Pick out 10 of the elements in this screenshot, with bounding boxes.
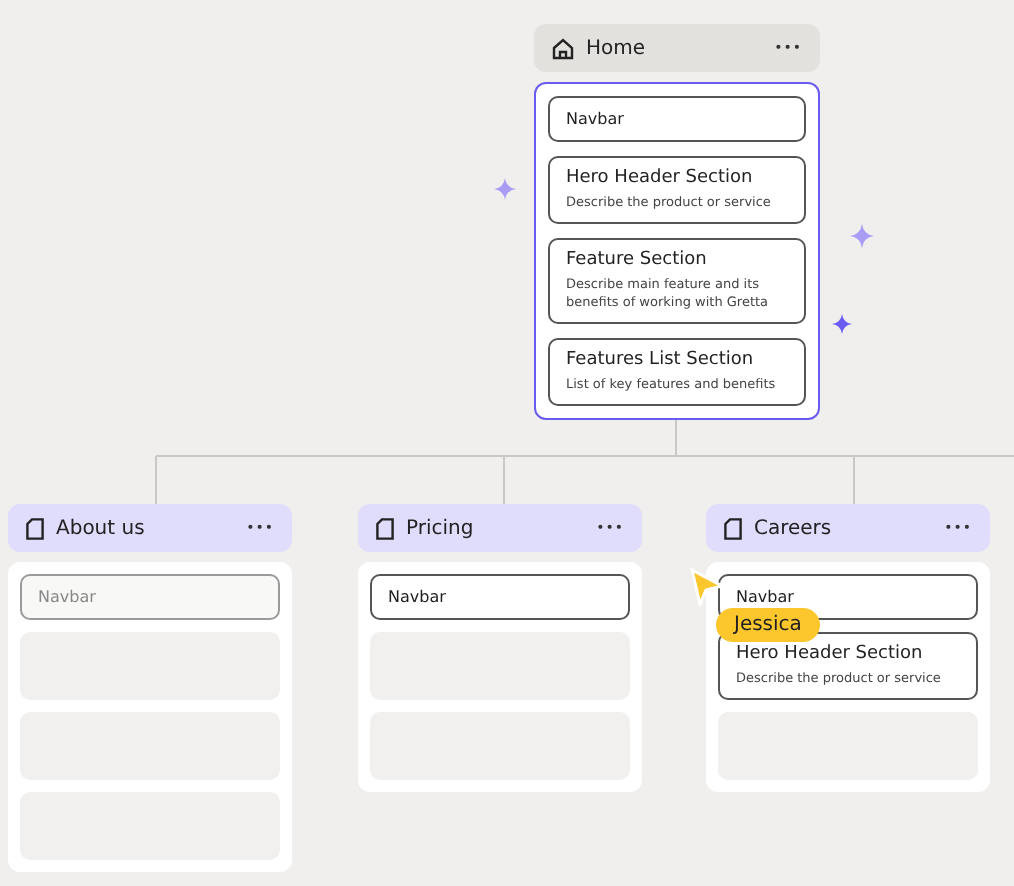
sparkle-icon [850, 224, 874, 248]
page-icon [724, 517, 742, 539]
page-icon [26, 517, 44, 539]
sparkle-icon [494, 178, 516, 200]
page-icon [376, 517, 394, 539]
navbar-block[interactable]: Navbar [548, 96, 806, 142]
navbar-block[interactable]: Navbar [370, 574, 630, 620]
user-name-tag: Jessica [716, 608, 820, 642]
home-icon [552, 37, 574, 59]
sparkle-icon [832, 314, 852, 334]
